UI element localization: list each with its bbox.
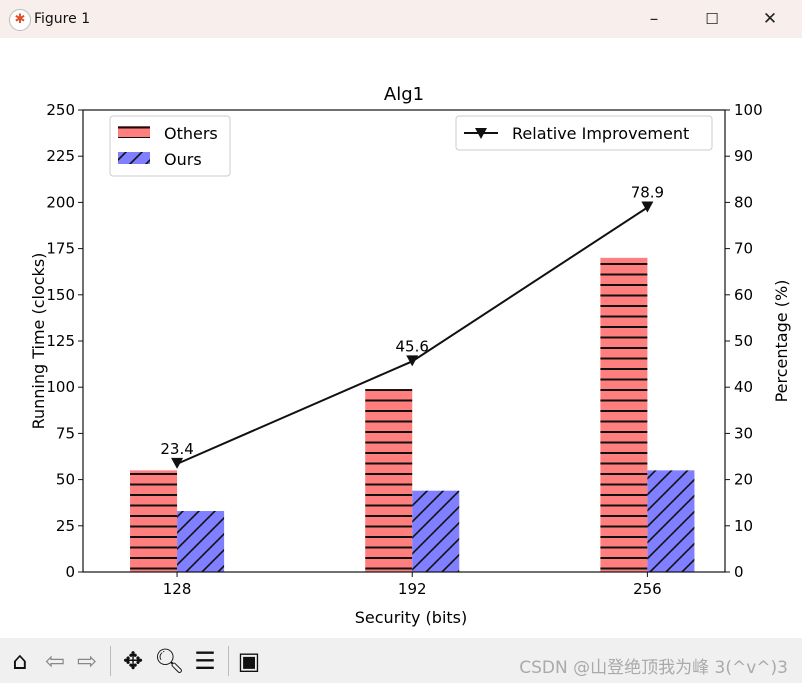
y2-tick-label: 90 <box>734 147 753 165</box>
y-tick-label: 0 <box>65 563 75 581</box>
y2-tick-label: 80 <box>734 193 753 211</box>
improvement-marker <box>171 457 184 469</box>
y-axis-label: Running Time (clocks) <box>29 253 48 430</box>
x-tick-label: 256 <box>633 580 662 598</box>
y-tick-label: 25 <box>56 517 75 535</box>
y-tick-label: 250 <box>46 101 75 119</box>
save-icon[interactable]: ▣ <box>234 646 264 676</box>
y2-tick-label: 30 <box>734 424 753 442</box>
maximize-button[interactable]: ☐ <box>692 6 732 32</box>
legend-label-others: Others <box>164 124 218 143</box>
window-title: Figure 1 <box>34 11 91 27</box>
back-arrow-icon[interactable]: ⇦ <box>40 646 70 676</box>
legend-label-ours: Ours <box>164 150 202 169</box>
bar-others-256 <box>600 257 648 572</box>
improvement-data-label: 78.9 <box>631 183 664 201</box>
y-tick-label: 50 <box>56 471 75 489</box>
y-tick-label: 225 <box>46 147 75 165</box>
bar-others-128 <box>130 470 178 572</box>
y-tick-label: 175 <box>46 240 75 258</box>
bar-others-192 <box>365 389 413 572</box>
improvement-data-label: 45.6 <box>396 337 429 355</box>
y2-tick-label: 100 <box>734 101 763 119</box>
bar-ours-128 <box>177 511 225 572</box>
legend-label-improvement: Relative Improvement <box>512 124 689 143</box>
improvement-data-label: 23.4 <box>160 440 193 458</box>
navigation-toolbar: ⌂ ⇦ ⇨ ✥ 🔍︎ ☰ ▣ CSDN @山登绝顶我为峰 3(^v^)3 <box>0 638 802 683</box>
bar-ours-192 <box>412 490 460 572</box>
y-tick-label: 100 <box>46 378 75 396</box>
y-tick-label: 125 <box>46 332 75 350</box>
x-tick-label: 192 <box>398 580 427 598</box>
y2-tick-label: 10 <box>734 517 753 535</box>
bar-ours-256 <box>647 470 695 572</box>
home-icon[interactable]: ⌂ <box>5 646 35 676</box>
y2-tick-label: 20 <box>734 471 753 489</box>
y2-tick-label: 0 <box>734 563 744 581</box>
y-tick-label: 150 <box>46 286 75 304</box>
app-icon: ✱ <box>9 9 31 31</box>
zoom-icon[interactable]: 🔍︎ <box>154 646 184 676</box>
improvement-marker <box>406 355 419 367</box>
chart: 0 25 50 75 100 125 150 175 200 225 250 0 10 20 30 40 50 6… <box>29 84 791 627</box>
title-bar: ✱ Figure 1 – ☐ ✕ <box>0 0 802 38</box>
y-tick-label: 75 <box>56 424 75 442</box>
y2-tick-label: 70 <box>734 240 753 258</box>
chart-title: Alg1 <box>384 84 424 105</box>
configure-subplots-icon[interactable]: ☰ <box>190 646 220 676</box>
x-tick-label: 128 <box>163 580 192 598</box>
y2-axis-label: Percentage (%) <box>772 280 791 403</box>
minimize-button[interactable]: – <box>634 6 674 32</box>
line-legend: Relative Improvement <box>455 115 713 151</box>
legend-swatch-others <box>118 126 150 138</box>
bar-legend: Others Ours <box>109 115 231 177</box>
y2-tick-label: 40 <box>734 378 753 396</box>
close-button[interactable]: ✕ <box>750 6 790 32</box>
legend-swatch-ours <box>118 152 150 164</box>
y-tick-label: 200 <box>46 193 75 211</box>
forward-arrow-icon[interactable]: ⇨ <box>72 646 102 676</box>
y2-tick-label: 50 <box>734 332 753 350</box>
x-axis-label: Security (bits) <box>355 608 467 627</box>
pan-icon[interactable]: ✥ <box>118 646 148 676</box>
watermark: CSDN @山登绝顶我为峰 3(^v^)3 <box>519 658 788 678</box>
y2-tick-label: 60 <box>734 286 753 304</box>
